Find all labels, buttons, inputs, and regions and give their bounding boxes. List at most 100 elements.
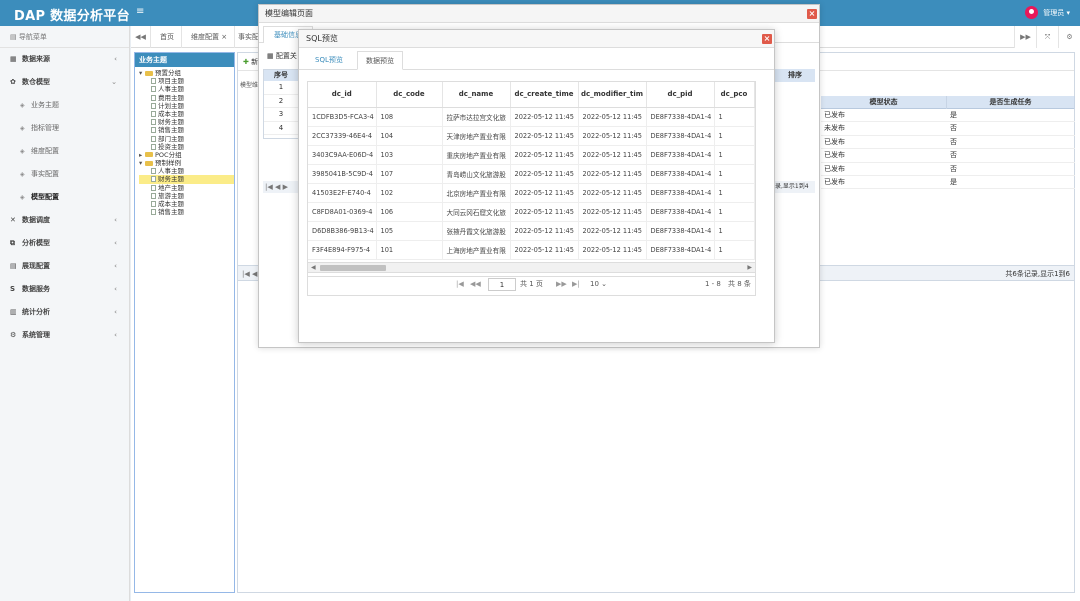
scroll-left-arrow-icon[interactable]: ◀	[311, 263, 316, 273]
sidebar-item[interactable]: ▥ 统计分析 ‹	[0, 301, 129, 324]
column-header[interactable]: dc_pco	[714, 82, 755, 108]
table-cell: 1	[714, 126, 755, 146]
table-row[interactable]: 已发布 否	[821, 149, 1075, 163]
tree-node-label: 部门主题	[158, 134, 184, 143]
tree-node[interactable]: ▸ POC分组	[139, 151, 234, 159]
column-header[interactable]: dc_pid	[646, 82, 715, 108]
sidebar-subitem[interactable]: ◈ 指标管理	[0, 117, 129, 140]
sidebar-item[interactable]: ✿ 数仓模型 ⌄	[0, 71, 129, 94]
tree-node[interactable]: 销售主题	[139, 126, 234, 134]
tag-icon: ◈	[20, 171, 25, 178]
column-header[interactable]: dc_name	[442, 82, 511, 108]
col-header-status[interactable]: 模型状态	[821, 96, 947, 109]
sidebar-item[interactable]: ▤ 展现配置 ‹	[0, 255, 129, 278]
tree-node[interactable]: ▾ 预置分组	[139, 69, 234, 77]
col-header-task[interactable]: 是否生成任务	[947, 96, 1075, 109]
last-page-icon[interactable]: ▶|	[572, 274, 580, 295]
table-row[interactable]: 3403C9AA-E06D-4 103 重庆房地产置业有限 2022-05-12 11…	[308, 145, 755, 165]
table-row[interactable]: C8FD8A01-0369-4 106 大同云冈石窟文化旅 2022-05-12 11…	[308, 202, 755, 222]
tree-node[interactable]: 投资主题	[139, 143, 234, 151]
next-page-icon[interactable]: ▶▶	[556, 274, 567, 295]
first-page-icon[interactable]: |◀	[456, 274, 464, 295]
tree-node[interactable]: ▾ 预制样例	[139, 159, 234, 167]
tree-node[interactable]: 成本主题	[139, 200, 234, 208]
table-cell: 1	[714, 221, 755, 241]
sidebar-subitem[interactable]: ◈ 事实配置	[0, 163, 129, 186]
sidebar-item[interactable]: ⚙ 系统管理 ‹	[0, 324, 129, 347]
table-row[interactable]: 2CC37339-46E4-4 104 天津房地产置业有限 2022-05-12 11…	[308, 126, 755, 146]
tree-node[interactable]: 计划主题	[139, 102, 234, 110]
column-header[interactable]: dc_id	[308, 82, 377, 108]
table-row[interactable]: 已发布 否	[821, 136, 1075, 150]
sidebar-subitem-label: 事实配置	[31, 170, 59, 178]
sql-preview-title: SQL预览	[299, 30, 774, 48]
model-edit-close-icon[interactable]: ×	[807, 9, 817, 19]
sidebar-subitem[interactable]: ◈ 维度配置	[0, 140, 129, 163]
scrollbar-thumb[interactable]	[320, 265, 386, 271]
table-row[interactable]: 3985041B-5C9D-4 107 青岛崂山文化旅游股 2022-05-12 11…	[308, 164, 755, 184]
tab-home[interactable]: 首页	[153, 26, 182, 48]
sidebar-subitem[interactable]: ◈ 模型配置	[0, 186, 129, 209]
tab-sql-preview[interactable]: SQL预览	[307, 51, 351, 70]
tab-data-preview[interactable]: 数据预览	[357, 51, 403, 70]
page-number-input[interactable]: 1	[488, 278, 516, 291]
table-row[interactable]: 已发布 是	[821, 109, 1075, 123]
sidebar-item[interactable]: S 数据服务 ‹	[0, 278, 129, 301]
menu-toggle-icon[interactable]: ≡	[136, 6, 144, 17]
sequence-pager[interactable]: |◀ ◀ ▶	[263, 181, 299, 193]
tab-scroll-left-icon[interactable]: ◀◀	[131, 26, 151, 48]
table-row[interactable]: 1CDFB3D5-FCA3-4 108 拉萨市达拉宫文化旅 2022-05-12 11…	[308, 107, 755, 127]
table-row[interactable]: 41503E2F-E740-4 102 北京房地产置业有限 2022-05-12 11…	[308, 183, 755, 203]
sequence-row[interactable]: 3	[264, 108, 298, 122]
tree-node[interactable]: 财务主题	[139, 118, 234, 126]
sql-preview-close-icon[interactable]: ×	[762, 34, 772, 44]
fullscreen-icon[interactable]: ⤧	[1036, 26, 1058, 48]
sidebar-subitem[interactable]: ◈ 业务主题	[0, 94, 129, 117]
tree-node[interactable]: 财务主题	[139, 175, 234, 184]
sidebar-item[interactable]: ▦ 数据来源 ‹	[0, 48, 129, 71]
sidebar-item[interactable]: ✕ 数据调度 ‹	[0, 209, 129, 232]
chevron-icon: ‹	[114, 55, 117, 63]
table-row[interactable]: 已发布 否	[821, 163, 1075, 176]
tree-node[interactable]: 部门主题	[139, 135, 234, 143]
tree-node[interactable]: 项目主题	[139, 77, 234, 85]
column-header[interactable]: dc_modifier_tim	[578, 82, 647, 108]
sequence-row[interactable]: 2	[264, 95, 298, 109]
sequence-row[interactable]: 1	[264, 81, 298, 95]
user-menu[interactable]: 管理员 ▾	[1025, 6, 1070, 19]
table-row[interactable]: 未发布 否	[821, 122, 1075, 136]
scroll-right-arrow-icon[interactable]: ▶	[747, 263, 752, 273]
document-icon	[151, 168, 156, 175]
settings-icon[interactable]: ⚙	[1058, 26, 1080, 48]
column-header[interactable]: dc_create_time	[510, 82, 579, 108]
table-cell: DE8F7338-4DA1-4	[646, 221, 715, 241]
table-row[interactable]: D6D8B386-9B13-4 105 张掖丹霞文化旅游股 2022-05-12 11…	[308, 221, 755, 241]
pager-nav-buttons[interactable]: |◀ ◀	[242, 266, 257, 282]
tree-node[interactable]: 地产主题	[139, 184, 234, 192]
tab-scroll-right-icon[interactable]: ▶▶	[1014, 26, 1036, 48]
table-row[interactable]: 已发布 是	[821, 176, 1075, 190]
page-size-select[interactable]: 10 ⌄	[590, 274, 607, 295]
tree-node[interactable]: 成本主题	[139, 110, 234, 118]
table-cell: DE8F7338-4DA1-4	[646, 126, 715, 146]
table-cell: 1	[714, 164, 755, 184]
tree-node[interactable]: 人事主题	[139, 167, 234, 175]
sort-header[interactable]: 排序	[775, 69, 815, 82]
horizontal-scrollbar[interactable]: ◀ ▶	[307, 262, 756, 273]
prev-page-icon[interactable]: ◀◀	[470, 274, 481, 295]
tree-node[interactable]: 费用主题	[139, 94, 234, 102]
tab-dimension[interactable]: 维度配置 ×	[184, 26, 236, 48]
tree-node[interactable]: 销售主题	[139, 208, 234, 216]
tree-node-label: 预置分组	[155, 69, 181, 77]
tree-node[interactable]: 人事主题	[139, 85, 234, 93]
column-header[interactable]: dc_code	[376, 82, 443, 108]
table-row[interactable]: F3F4E894-F975-4 101 上海房地产置业有限 2022-05-12 11…	[308, 240, 755, 260]
sequence-row[interactable]: 4	[264, 122, 298, 136]
document-icon	[151, 192, 156, 199]
tree-node-label: 地产主题	[158, 183, 184, 192]
status-cell: 已发布	[824, 137, 845, 146]
tree-node[interactable]: 旅游主题	[139, 192, 234, 200]
config-button[interactable]: 配置关	[276, 52, 297, 60]
tag-icon: ◈	[20, 148, 25, 155]
sidebar-item[interactable]: ⧉ 分析模型 ‹	[0, 232, 129, 255]
